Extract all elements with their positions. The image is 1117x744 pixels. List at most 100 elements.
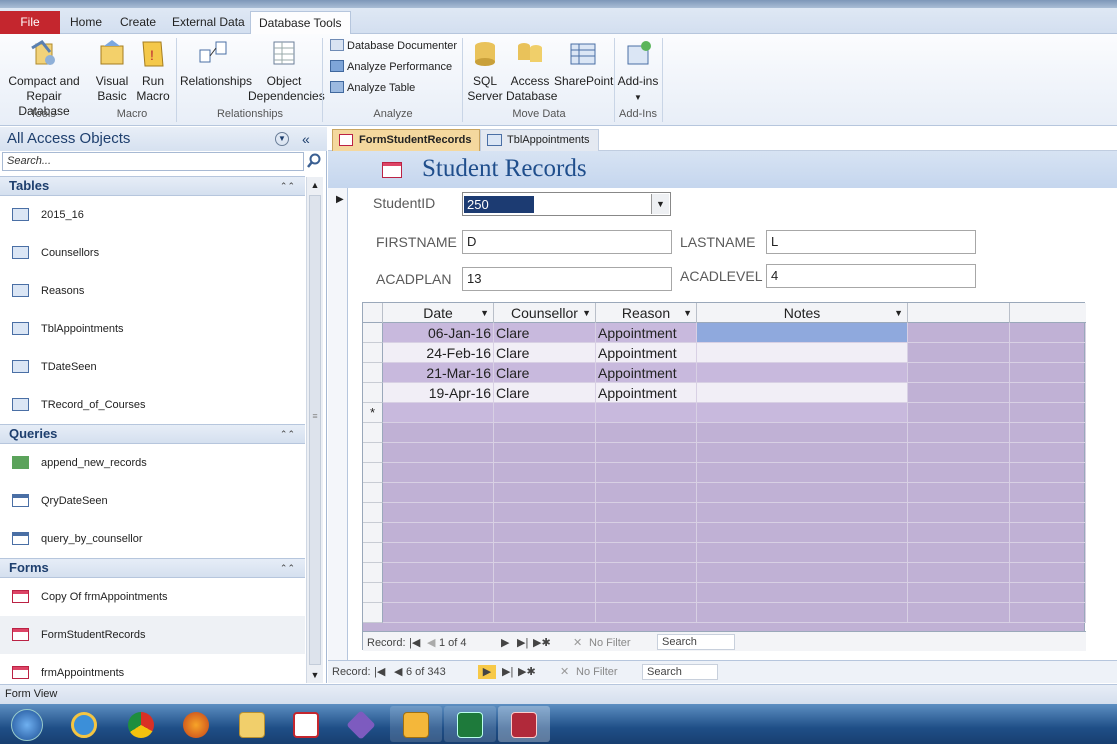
- cell-reason[interactable]: [596, 443, 697, 463]
- taskbar-file-explorer[interactable]: [226, 706, 278, 742]
- visual-basic-button[interactable]: Visual Basic: [90, 38, 134, 104]
- cell-notes[interactable]: [697, 323, 908, 343]
- new-record-icon[interactable]: ▶✱: [533, 636, 551, 650]
- chevron-down-icon[interactable]: ▼: [651, 194, 669, 214]
- cell-date[interactable]: 06-Jan-16: [383, 323, 494, 343]
- empty-row[interactable]: [363, 563, 1086, 583]
- start-button[interactable]: [3, 706, 51, 742]
- first-record-icon[interactable]: |◀: [374, 665, 385, 679]
- nav-group-tables[interactable]: Tables ⌃⌃: [0, 176, 305, 196]
- collapse-pane-icon[interactable]: «: [302, 127, 310, 151]
- filter-status[interactable]: No Filter: [589, 636, 631, 650]
- scroll-down-icon[interactable]: ▼: [307, 667, 323, 683]
- cell-date[interactable]: 19-Apr-16: [383, 383, 494, 403]
- cell-date[interactable]: [383, 543, 494, 563]
- sql-server-button[interactable]: SQL Server: [464, 38, 506, 104]
- nav-group-forms[interactable]: Forms ⌃⌃: [0, 558, 305, 578]
- cell-reason[interactable]: [596, 483, 697, 503]
- nav-item[interactable]: QryDateSeen: [0, 482, 305, 520]
- cell-counsellor[interactable]: Clare: [494, 383, 596, 403]
- tab-file[interactable]: File: [0, 11, 60, 34]
- cell-notes[interactable]: [697, 503, 908, 523]
- nav-item[interactable]: frmAppointments: [0, 654, 305, 683]
- cell-date[interactable]: 21-Mar-16: [383, 363, 494, 383]
- scroll-thumb[interactable]: ≡: [309, 195, 321, 665]
- cell-reason[interactable]: Appointment: [596, 323, 697, 343]
- cell-date[interactable]: [383, 483, 494, 503]
- next-record-icon[interactable]: ▶: [501, 636, 509, 650]
- form-record-position[interactable]: 6 of 343: [406, 665, 446, 679]
- cell-counsellor[interactable]: [494, 603, 596, 623]
- taskbar-acrobat[interactable]: [280, 706, 332, 742]
- cell-date[interactable]: [383, 443, 494, 463]
- empty-row[interactable]: [363, 443, 1086, 463]
- cell-notes[interactable]: [697, 383, 908, 403]
- nav-item[interactable]: TblAppointments: [0, 310, 305, 348]
- cell-notes[interactable]: [697, 523, 908, 543]
- cell-counsellor[interactable]: [494, 503, 596, 523]
- subform-record-position[interactable]: 1 of 4: [439, 636, 467, 650]
- lastname-field[interactable]: L: [766, 230, 976, 254]
- cell-date[interactable]: [383, 603, 494, 623]
- prev-record-icon[interactable]: ◀: [394, 665, 402, 679]
- column-sort-icon[interactable]: ▼: [582, 303, 591, 323]
- cell-notes[interactable]: [697, 363, 908, 383]
- table-row[interactable]: 24-Feb-16 Clare Appointment: [363, 343, 1086, 363]
- cell-reason[interactable]: [596, 523, 697, 543]
- taskbar-access[interactable]: [498, 706, 550, 742]
- cell-counsellor[interactable]: Clare: [494, 343, 596, 363]
- cell-date[interactable]: [383, 423, 494, 443]
- doc-tab-formstudentrecords[interactable]: FormStudentRecords: [332, 129, 481, 151]
- nav-item[interactable]: Reasons: [0, 272, 305, 310]
- row-selector[interactable]: [363, 423, 383, 443]
- relationships-button[interactable]: Relationships: [180, 38, 252, 89]
- doc-tab-tblappointments[interactable]: TblAppointments: [480, 129, 599, 151]
- cell-counsellor[interactable]: [494, 543, 596, 563]
- column-sort-icon[interactable]: ▼: [480, 303, 489, 323]
- run-macro-button[interactable]: ! Run Macro: [134, 38, 172, 104]
- taskbar-firefox[interactable]: [170, 706, 222, 742]
- analyze-table-button[interactable]: Analyze Table: [330, 79, 415, 97]
- cell-reason[interactable]: Appointment: [596, 343, 697, 363]
- subform-search-input[interactable]: Search: [657, 634, 735, 650]
- form-search-input[interactable]: Search: [642, 664, 718, 680]
- cell-counsellor[interactable]: [494, 403, 596, 423]
- empty-row[interactable]: [363, 543, 1086, 563]
- cell-notes[interactable]: [697, 403, 908, 423]
- row-selector[interactable]: [363, 523, 383, 543]
- column-header-counsellor[interactable]: Counsellor ▼: [494, 303, 596, 323]
- row-selector[interactable]: [363, 483, 383, 503]
- collapse-group-icon[interactable]: ⌃⌃: [280, 425, 295, 443]
- cell-date[interactable]: [383, 563, 494, 583]
- new-record-row[interactable]: *: [363, 403, 1086, 423]
- nav-item[interactable]: FormStudentRecords: [0, 616, 305, 654]
- prev-record-icon[interactable]: ◀: [427, 636, 435, 650]
- cell-date[interactable]: [383, 523, 494, 543]
- row-selector[interactable]: [363, 603, 383, 623]
- acadplan-field[interactable]: 13: [462, 267, 672, 291]
- row-selector[interactable]: *: [363, 403, 383, 423]
- row-selector[interactable]: [363, 563, 383, 583]
- cell-notes[interactable]: [697, 583, 908, 603]
- studentid-combo[interactable]: 250 ▼: [462, 192, 671, 216]
- add-ins-button[interactable]: Add-ins ▼: [616, 38, 660, 105]
- search-icon[interactable]: [306, 153, 322, 169]
- sharepoint-button[interactable]: SharePoint: [554, 38, 613, 89]
- collapse-group-icon[interactable]: ⌃⌃: [280, 177, 295, 195]
- cell-counsellor[interactable]: [494, 443, 596, 463]
- empty-row[interactable]: [363, 583, 1086, 603]
- database-documenter-button[interactable]: Database Documenter: [330, 37, 457, 55]
- access-database-button[interactable]: Access Database: [506, 38, 557, 104]
- column-sort-icon[interactable]: ▼: [683, 303, 692, 323]
- taskbar-chrome[interactable]: [115, 706, 167, 742]
- row-selector[interactable]: [363, 363, 383, 383]
- cell-counsellor[interactable]: Clare: [494, 323, 596, 343]
- empty-row[interactable]: [363, 503, 1086, 523]
- cell-reason[interactable]: [596, 543, 697, 563]
- column-header-reason[interactable]: Reason ▼: [596, 303, 697, 323]
- tab-external-data[interactable]: External Data: [164, 11, 253, 34]
- cell-counsellor[interactable]: [494, 423, 596, 443]
- nav-group-queries[interactable]: Queries ⌃⌃: [0, 424, 305, 444]
- cell-counsellor[interactable]: [494, 523, 596, 543]
- empty-row[interactable]: [363, 523, 1086, 543]
